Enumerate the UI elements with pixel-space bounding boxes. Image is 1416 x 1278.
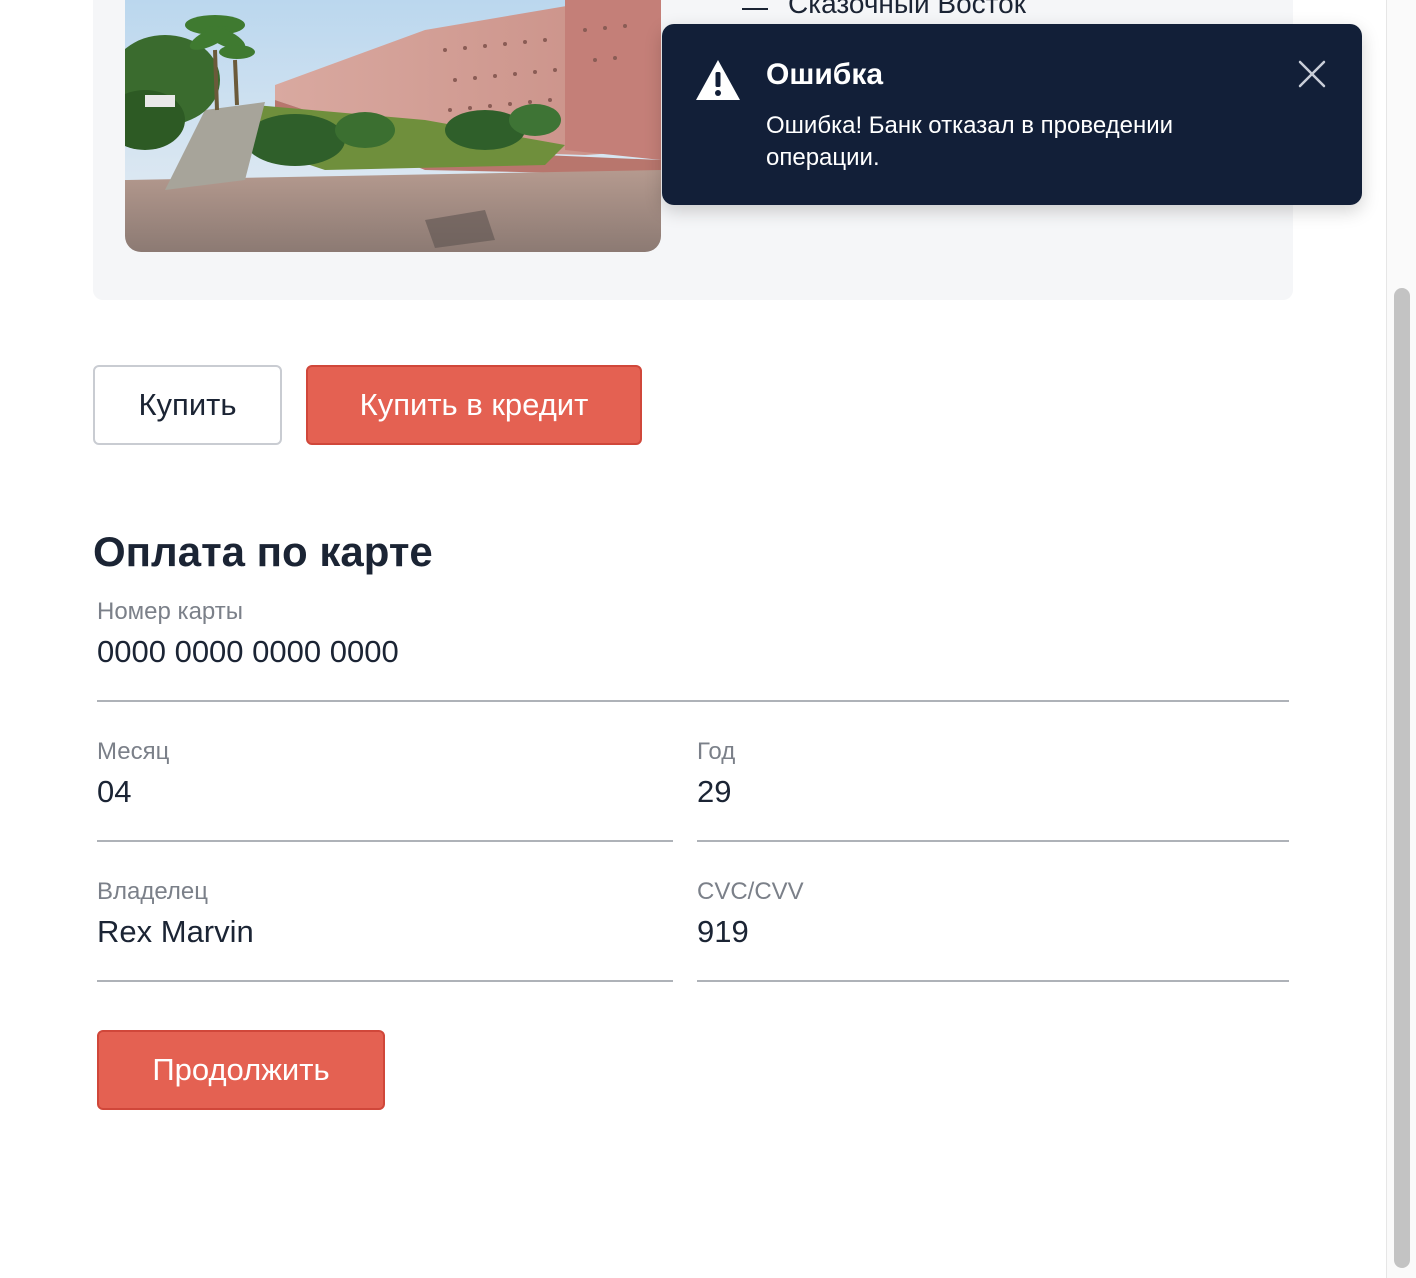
year-input[interactable]: 29	[697, 774, 731, 810]
card-number-field[interactable]: Номер карты 0000 0000 0000 0000	[97, 590, 1289, 702]
notification-title: Ошибка	[766, 58, 884, 91]
owner-field[interactable]: Владелец Rex Marvin	[97, 870, 673, 982]
cvc-label: CVC/CVV	[697, 878, 804, 905]
tour-photo	[125, 0, 661, 252]
notification-message: Ошибка! Банк отказал в проведении операц…	[766, 112, 1174, 171]
month-input[interactable]: 04	[97, 774, 131, 810]
warning-icon	[696, 60, 740, 100]
owner-label: Владелец	[97, 878, 209, 905]
scrollbar-thumb[interactable]	[1394, 288, 1410, 1268]
buy-button[interactable]: Купить	[93, 365, 282, 445]
year-field[interactable]: Год 29	[697, 730, 1289, 842]
card-number-input[interactable]: 0000 0000 0000 0000	[97, 634, 399, 670]
owner-input[interactable]: Rex Marvin	[97, 914, 254, 950]
continue-button[interactable]: Продолжить	[97, 1030, 385, 1110]
year-label: Год	[697, 738, 736, 765]
month-label: Месяц	[97, 738, 170, 765]
dash-icon	[742, 8, 768, 10]
month-field[interactable]: Месяц 04	[97, 730, 673, 842]
cvc-field[interactable]: CVC/CVV 919	[697, 870, 1289, 982]
error-notification: Ошибка Ошибка! Банк отказал в проведении…	[662, 24, 1362, 205]
tour-title-row: Сказочный Восток	[742, 0, 1026, 20]
page: Сказочный Восток Купить Купить в кредит …	[0, 0, 1416, 1278]
card-number-label: Номер карты	[97, 598, 243, 625]
payment-title: Оплата по карте	[93, 528, 433, 575]
tour-name: Сказочный Восток	[788, 0, 1026, 19]
cvc-input[interactable]: 919	[697, 914, 749, 950]
buy-credit-button[interactable]: Купить в кредит	[306, 365, 642, 445]
close-icon[interactable]	[1294, 56, 1330, 92]
